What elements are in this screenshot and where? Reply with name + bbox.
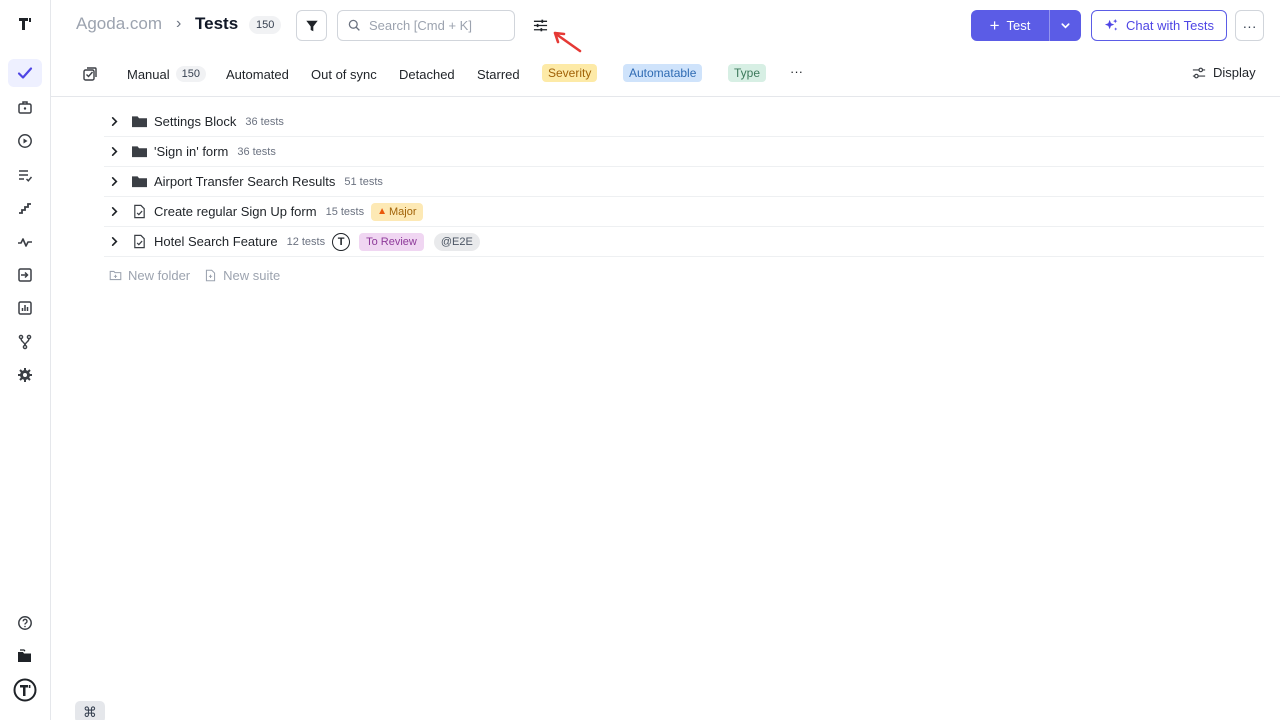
tab-automated[interactable]: Automated (226, 65, 289, 83)
tag-badge[interactable]: @E2E (433, 232, 480, 251)
search-input[interactable] (369, 18, 499, 33)
briefcase-icon[interactable] (8, 93, 42, 121)
tests-check-icon[interactable] (8, 59, 42, 87)
tree-row-count: 15 tests (325, 205, 365, 218)
tree-row-name[interactable]: Create regular Sign Up form (154, 204, 317, 219)
status-badge: To Review (359, 232, 424, 251)
sparkle-icon (1104, 18, 1118, 31)
expand-chevron-icon[interactable] (104, 176, 124, 187)
chat-with-tests-label: Chat with Tests (1126, 18, 1214, 33)
tab-out-of-sync[interactable]: Out of sync (311, 65, 377, 83)
display-sliders-icon (1192, 67, 1206, 78)
tree-row-count: 36 tests (245, 115, 284, 128)
new-suite-button[interactable]: New suite (204, 268, 280, 283)
new-test-dropdown[interactable] (1050, 10, 1081, 41)
search-box[interactable] (337, 10, 515, 41)
user-avatar-icon[interactable] (8, 676, 42, 704)
tab-detached[interactable]: Detached (399, 65, 455, 83)
new-folder-button[interactable]: New folder (109, 268, 190, 283)
analytics-icon[interactable] (8, 294, 42, 322)
expand-chevron-icon[interactable] (104, 146, 124, 157)
tree-row-count: 51 tests (344, 175, 383, 188)
suite-file-icon (130, 233, 148, 251)
new-folder-icon (109, 270, 122, 281)
fire-icon: ▲ (377, 205, 388, 217)
folder-icon (130, 113, 148, 131)
tab-severity[interactable]: Severity (542, 64, 598, 82)
left-rail (0, 0, 51, 720)
play-icon[interactable] (8, 127, 42, 155)
new-test-label: Test (1006, 18, 1031, 33)
steps-icon[interactable] (8, 194, 42, 222)
new-test-main[interactable]: + Test (971, 10, 1050, 41)
expand-chevron-icon[interactable] (104, 206, 124, 217)
folder-icon (130, 143, 148, 161)
suite-file-icon (130, 203, 148, 221)
new-items-bar: New folder New suite (109, 268, 280, 283)
tabs-more-button[interactable]: ··· (790, 64, 803, 79)
tree-row-name[interactable]: Airport Transfer Search Results (154, 174, 335, 189)
checklist-icon[interactable] (8, 161, 42, 189)
expand-chevron-icon[interactable] (104, 236, 124, 247)
tree-row-folder[interactable]: 'Sign in' form 36 tests (104, 137, 1264, 167)
severity-major-badge: ▲ Major (371, 202, 423, 221)
chevron-down-icon (1061, 23, 1070, 29)
display-label: Display (1213, 65, 1256, 80)
tab-manual-label: Manual (127, 66, 170, 82)
tree-row-suite[interactable]: Create regular Sign Up form 15 tests ▲ M… (104, 197, 1264, 227)
tree-row-count: 12 tests (286, 235, 326, 248)
tree-row-count: 36 tests (237, 145, 276, 158)
display-button[interactable]: Display (1192, 65, 1256, 80)
select-checkbox-icon[interactable] (82, 66, 98, 82)
app-logo-icon[interactable] (8, 10, 42, 38)
new-suite-icon (206, 269, 216, 282)
tab-starred[interactable]: Starred (477, 65, 520, 83)
tree-row-folder[interactable]: Settings Block 36 tests (104, 107, 1264, 137)
tree-row-name[interactable]: Hotel Search Feature (154, 234, 278, 249)
tree-row-folder[interactable]: Airport Transfer Search Results 51 tests (104, 167, 1264, 197)
folder-icon (130, 173, 148, 191)
branch-icon[interactable] (8, 328, 42, 356)
tabs-bar: Manual 150 Automated Out of sync Detache… (51, 58, 1280, 97)
expand-chevron-icon[interactable] (104, 116, 124, 127)
tests-count-badge: 150 (249, 16, 282, 34)
severity-major-label: Major (389, 205, 417, 218)
more-actions-button[interactable]: ··· (1235, 10, 1264, 41)
import-icon[interactable] (8, 261, 42, 289)
search-icon (348, 19, 360, 31)
pulse-icon[interactable] (8, 228, 42, 256)
filter-button[interactable] (296, 10, 327, 41)
breadcrumb-project[interactable]: Agoda.com (76, 14, 162, 34)
new-folder-label: New folder (128, 268, 191, 283)
tree-row-name[interactable]: Settings Block (154, 114, 236, 129)
plus-icon: + (989, 16, 1000, 35)
annotation-arrow-icon (553, 31, 582, 53)
sliders-icon (533, 19, 547, 31)
tab-automatable[interactable]: Automatable (623, 64, 703, 82)
view-settings-button[interactable] (528, 14, 552, 36)
breadcrumb-separator: › (176, 15, 182, 32)
new-test-button[interactable]: + Test (971, 10, 1081, 41)
page-title: Tests (195, 14, 239, 33)
tab-type[interactable]: Type (728, 64, 767, 82)
filter-icon (305, 20, 318, 31)
tab-manual-count: 150 (175, 66, 206, 82)
tree-row-name[interactable]: 'Sign in' form (154, 144, 228, 159)
new-suite-label: New suite (223, 268, 281, 283)
folders-icon[interactable] (8, 642, 42, 670)
assignee-avatar[interactable]: T (332, 232, 351, 251)
chat-with-tests-button[interactable]: Chat with Tests (1091, 10, 1227, 41)
tab-manual[interactable]: Manual 150 (127, 65, 206, 83)
help-icon[interactable] (8, 609, 42, 637)
command-shortcut-button[interactable]: ⌘ (75, 701, 105, 720)
settings-gear-icon[interactable] (8, 361, 42, 389)
tree-row-suite[interactable]: Hotel Search Feature 12 tests T To Revie… (104, 227, 1264, 257)
